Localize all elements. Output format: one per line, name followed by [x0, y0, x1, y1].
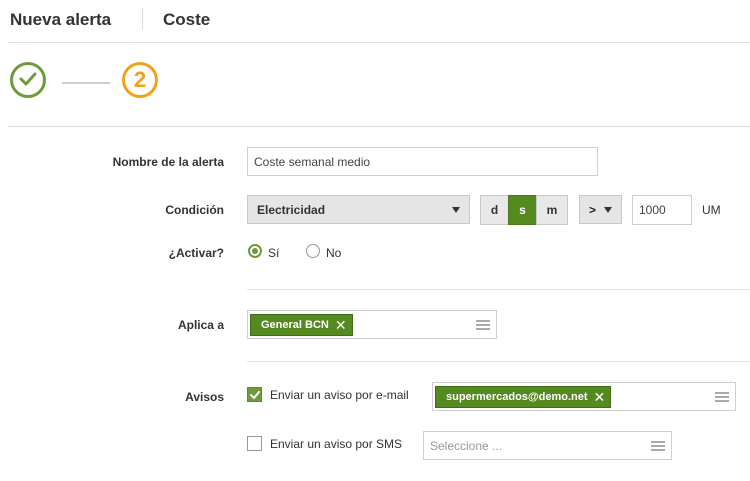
period-week-button[interactable]: s	[508, 195, 537, 225]
sms-notice-checkbox[interactable]	[247, 436, 262, 451]
applies-to-label: Aplica a	[177, 318, 224, 332]
page-subtitle: Coste	[163, 10, 211, 29]
chevron-down-icon	[604, 207, 612, 213]
list-menu-icon[interactable]	[476, 320, 490, 330]
header-divider	[142, 8, 143, 30]
email-recipients-field[interactable]: supermercados@demo.net ✕	[432, 382, 736, 411]
period-day-button[interactable]: d	[480, 195, 509, 225]
alert-name-value: Coste semanal medio	[254, 154, 371, 169]
step-current-indicator: 2	[122, 62, 158, 98]
applies-to-tag: General BCN ✕	[250, 313, 353, 336]
condition-label: Condición	[165, 203, 224, 217]
email-recipient-tag-label: supermercados@demo.net	[446, 390, 588, 403]
sms-recipients-select[interactable]: Seleccione ...	[423, 431, 672, 460]
activate-yes-radio[interactable]	[248, 244, 262, 258]
section-divider	[247, 361, 750, 362]
metric-select-value: Electricidad	[257, 202, 326, 217]
check-icon	[19, 72, 37, 86]
step-connector	[62, 82, 110, 84]
applies-to-tag-label: General BCN	[261, 318, 329, 331]
activate-no-radio[interactable]	[306, 244, 320, 258]
sms-recipients-placeholder: Seleccione ...	[430, 438, 503, 453]
email-recipient-tag: supermercados@demo.net ✕	[435, 385, 612, 408]
list-menu-icon[interactable]	[715, 392, 729, 402]
threshold-value: 1000	[639, 203, 666, 217]
period-month-button[interactable]: m	[536, 195, 568, 225]
threshold-input[interactable]: 1000	[632, 195, 692, 225]
list-menu-icon[interactable]	[651, 441, 665, 451]
activate-yes-label: Sí	[268, 246, 280, 260]
operator-select[interactable]: >	[579, 195, 622, 224]
close-icon[interactable]: ✕	[335, 318, 347, 332]
notices-label: Avisos	[185, 390, 224, 404]
activate-label: ¿Activar?	[168, 246, 224, 260]
step-completed-indicator	[10, 62, 46, 98]
close-icon[interactable]: ✕	[594, 390, 606, 404]
metric-select[interactable]: Electricidad	[247, 195, 470, 224]
email-notice-checkbox[interactable]	[247, 387, 262, 402]
applies-to-field[interactable]: General BCN ✕	[247, 310, 497, 339]
threshold-unit: UM	[702, 203, 721, 217]
activate-no-label: No	[326, 246, 342, 260]
operator-select-value: >	[589, 202, 597, 217]
steps-divider	[8, 126, 750, 127]
email-notice-label: Enviar un aviso por e-mail	[270, 388, 409, 402]
alert-name-input[interactable]: Coste semanal medio	[247, 147, 598, 176]
chevron-down-icon	[452, 207, 460, 213]
check-icon	[250, 391, 260, 399]
alert-name-label: Nombre de la alerta	[112, 155, 224, 169]
page-title: Nueva alerta	[10, 10, 112, 29]
section-divider	[247, 289, 750, 290]
sms-notice-label: Enviar un aviso por SMS	[270, 437, 403, 451]
header-bottom-divider	[8, 42, 750, 43]
